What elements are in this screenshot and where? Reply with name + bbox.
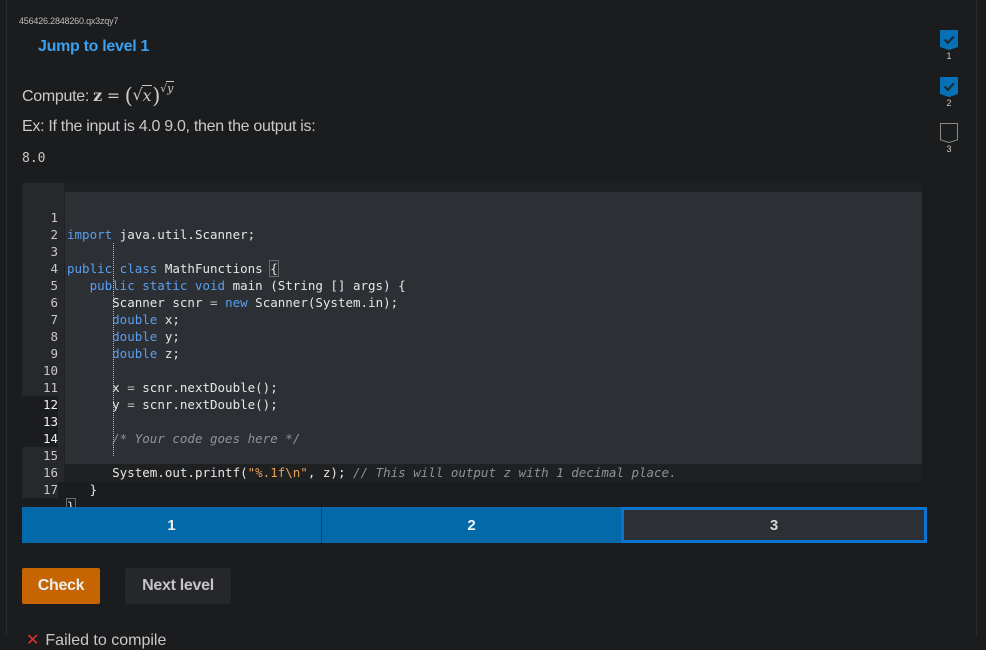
tracker-level-2[interactable]: 2 (939, 77, 959, 108)
next-level-button[interactable]: Next level (125, 568, 231, 604)
code-line[interactable]: 7 double y; (22, 294, 922, 344)
code-line[interactable]: 4 public static void main (String [] arg… (22, 243, 922, 293)
code-line-editable[interactable]: 14 (22, 413, 922, 447)
check-button[interactable]: Check (22, 568, 100, 604)
open-paren: ( (124, 84, 133, 108)
sqrt-x: x (133, 85, 153, 105)
left-divider (6, 0, 7, 635)
example-text: Ex: If the input is 4.0 9.0, then the ou… (22, 118, 316, 135)
right-divider (976, 0, 977, 635)
code-line[interactable]: 11 y = scnr.nextDouble(); (22, 362, 922, 412)
code-line-editable[interactable]: 13 /* Your code goes here */ (22, 396, 922, 446)
code-line[interactable]: 6 double x; (22, 277, 922, 327)
example-output: 8.0 (22, 151, 46, 166)
code-line[interactable]: 2 (22, 209, 922, 243)
formula-lhs: z (93, 86, 102, 105)
empty-badge-icon (940, 123, 958, 143)
close-paren: ) (152, 84, 161, 108)
code-line[interactable]: 8 double z; (22, 311, 922, 361)
code-line[interactable]: 3 public class MathFunctions { (22, 226, 922, 277)
level-progress-bar: 1 2 3 (22, 507, 927, 543)
formula: z = (x)y (93, 81, 175, 108)
code-line[interactable]: 16 } (22, 447, 922, 497)
exponent: y (160, 81, 175, 95)
code-line-active[interactable]: 17 } (22, 464, 922, 515)
code-line-editable[interactable]: 12 (22, 379, 922, 413)
activity-id: 456426.2848260.qx3zqy7 (19, 16, 119, 26)
prompt-label: Compute: (22, 88, 94, 105)
sqrt-y: y (160, 81, 175, 95)
level-segment-1[interactable]: 1 (22, 507, 322, 543)
jump-to-level-link[interactable]: Jump to level 1 (38, 38, 149, 56)
problem-prompt: Compute: z = (x)y (22, 81, 175, 108)
formula-equals: = (106, 86, 120, 105)
code-line[interactable]: 1 import java.util.Scanner; (22, 192, 922, 242)
tracker-level-3[interactable]: 3 (939, 123, 959, 154)
level-segment-3[interactable]: 3 (621, 507, 927, 543)
code-line[interactable]: 5 Scanner scnr = new Scanner(System.in); (22, 260, 922, 310)
code-line[interactable]: 10 x = scnr.nextDouble(); (22, 345, 922, 395)
level-segment-2[interactable]: 2 (322, 507, 621, 543)
code-editor[interactable]: 1 import java.util.Scanner; 2 3 public c… (22, 183, 922, 515)
code-line[interactable]: 9 (22, 328, 922, 362)
check-badge-icon (940, 30, 958, 50)
check-badge-icon (940, 77, 958, 97)
code-line[interactable]: 15 System.out.printf("%.1f\n", z); // Th… (22, 430, 922, 480)
feedback-message: ✕ Failed to compile (26, 630, 166, 650)
tracker-level-1[interactable]: 1 (939, 30, 959, 61)
line-number: 17 (22, 481, 58, 498)
